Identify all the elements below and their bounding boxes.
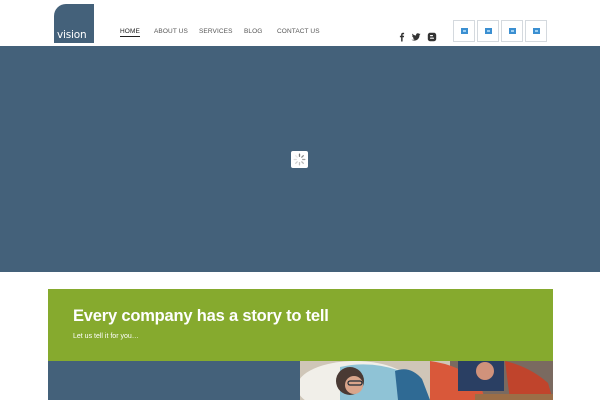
blogger-icon[interactable] <box>427 29 437 42</box>
spinner-icon <box>291 151 308 168</box>
nav-about-us[interactable]: ABOUT US <box>154 28 188 35</box>
site-header: vision HOME ABOUT US SERVICES BLOG CONTA… <box>0 0 600 46</box>
nav-blog[interactable]: BLOG <box>244 28 262 35</box>
nav-contact-us[interactable]: CONTACT US <box>277 28 320 35</box>
page: vision HOME ABOUT US SERVICES BLOG CONTA… <box>0 0 600 400</box>
nav-home[interactable]: HOME <box>120 28 140 37</box>
story-banner: Every company has a story to tell Let us… <box>48 289 553 361</box>
twitter-icon[interactable] <box>411 29 421 41</box>
broken-image-icon[interactable] <box>453 20 475 42</box>
broken-image-icon[interactable] <box>501 20 523 42</box>
site-logo[interactable]: vision <box>54 4 94 43</box>
story-title: Every company has a story to tell <box>73 307 329 325</box>
broken-image-icon[interactable] <box>477 20 499 42</box>
facebook-icon[interactable] <box>397 29 407 42</box>
team-photo <box>300 361 553 400</box>
hero-slider <box>0 46 600 272</box>
broken-image-icon[interactable] <box>525 20 547 42</box>
nav-services[interactable]: SERVICES <box>199 28 233 35</box>
story-subtitle: Let us tell it for you… <box>73 333 139 340</box>
logo-text: vision <box>57 29 87 41</box>
feature-panel <box>48 361 300 400</box>
